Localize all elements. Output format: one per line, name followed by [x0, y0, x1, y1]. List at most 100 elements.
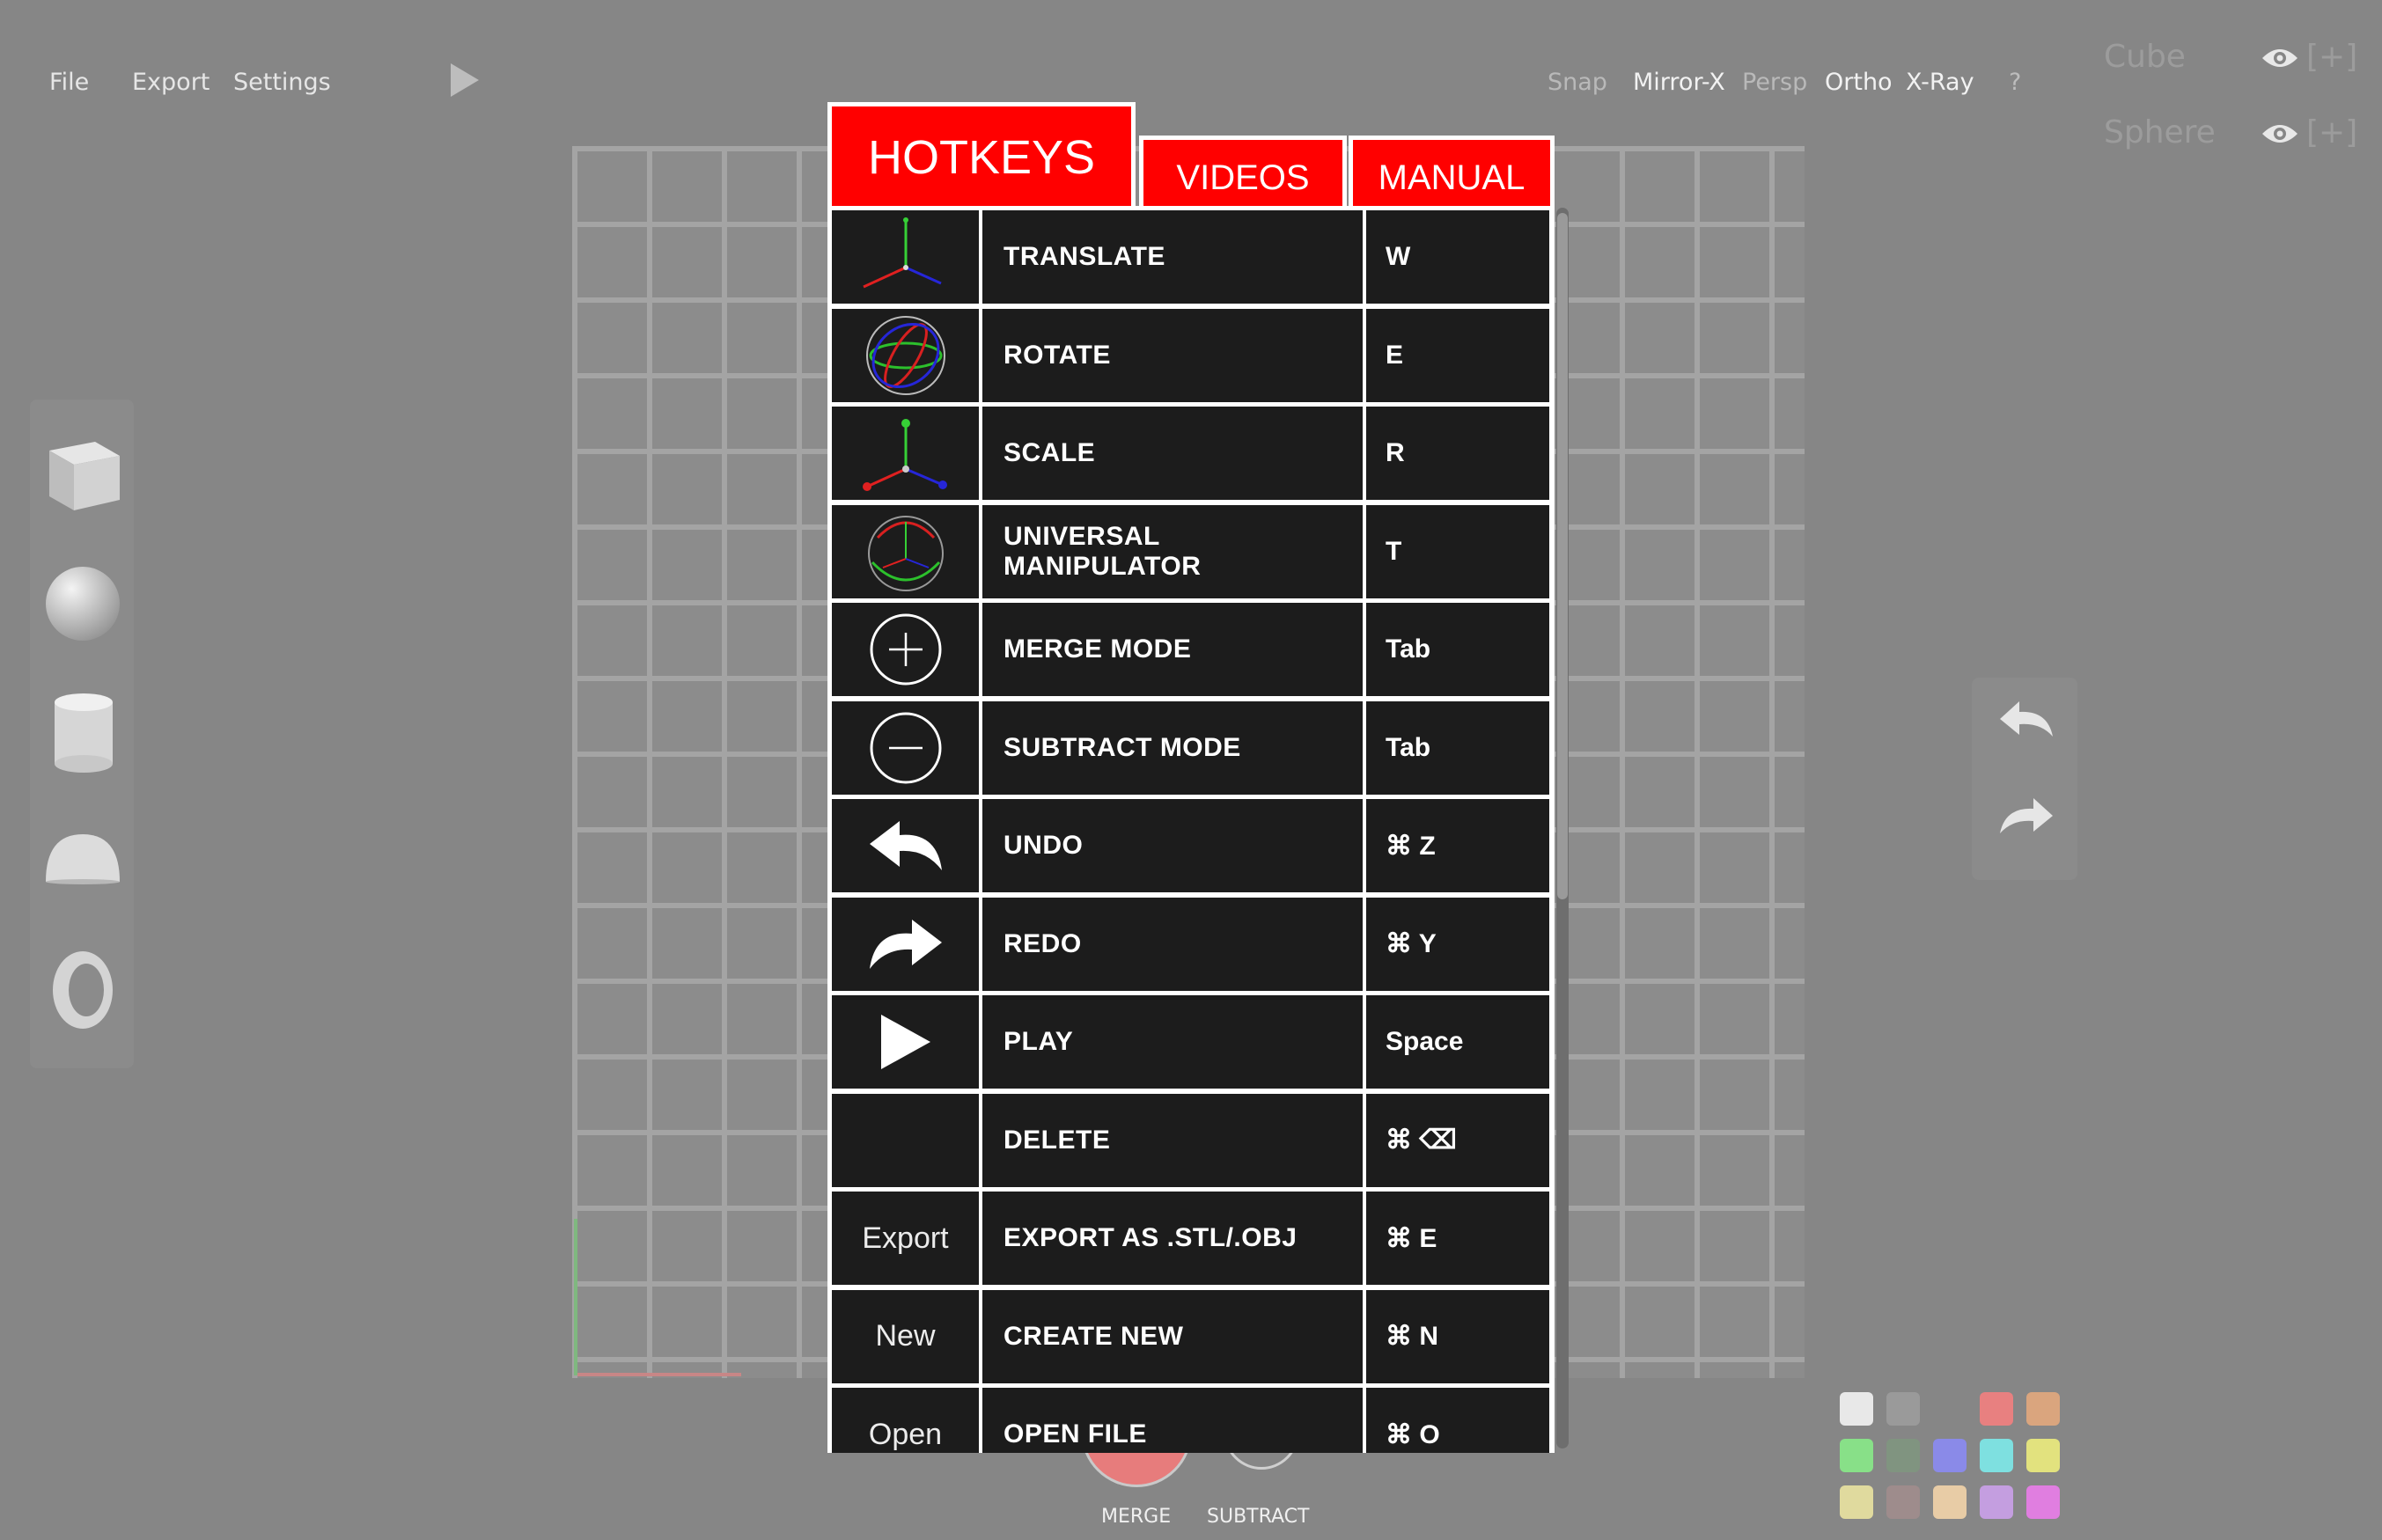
minus-circle-icon [866, 708, 945, 788]
xray-toggle[interactable]: X-Ray [1906, 69, 1974, 96]
scale-gizmo-icon [853, 411, 959, 495]
color-swatch[interactable] [1840, 1485, 1873, 1519]
hotkey-key: ⌘ ⌫ [1366, 1093, 1549, 1187]
hotkey-row: TRANSLATE W [827, 210, 1555, 304]
hotkey-button-label: New [875, 1319, 936, 1353]
hotkey-row: ROTATE E [827, 308, 1555, 402]
color-swatch[interactable] [1980, 1485, 2013, 1519]
color-swatch[interactable] [1933, 1485, 1967, 1519]
play-icon [878, 1011, 934, 1073]
menu-file[interactable]: File [49, 69, 89, 96]
hotkey-icon-cell [832, 407, 979, 500]
hotkey-action: CREATE NEW [982, 1289, 1363, 1383]
hotkey-icon-cell: Export [832, 1192, 979, 1285]
hotkeys-table[interactable]: TRANSLATE W ROTATE E SCALE R UNIVERSAL MANIPUL… [827, 206, 1555, 1453]
color-swatch[interactable] [1886, 1485, 1920, 1519]
hotkey-action: EXPORT AS .STL/.OBJ [982, 1192, 1363, 1285]
hotkey-action: OPEN FILE [982, 1388, 1363, 1453]
dome-icon [46, 834, 120, 884]
hotkey-icon-cell [832, 210, 979, 304]
hotkey-row: DELETE ⌘ ⌫ [827, 1093, 1555, 1187]
cube-icon [49, 442, 120, 510]
universal-manipulator-icon [864, 510, 948, 594]
hotkey-icon-cell [832, 504, 979, 598]
object-sphere-name[interactable]: Sphere [2104, 114, 2216, 150]
hotkey-row: UNDO ⌘ Z [827, 799, 1555, 892]
object-cube-add[interactable]: [+] [2306, 39, 2357, 75]
cylinder-shape-button[interactable] [49, 690, 120, 778]
subtract-label: SUBTRACT [1207, 1506, 1310, 1528]
hotkey-key: Tab [1366, 700, 1549, 795]
hotkey-action: TRANSLATE [982, 210, 1363, 304]
hotkey-key: ⌘ O [1366, 1388, 1549, 1453]
hotkey-row: MERGE MODE Tab [827, 603, 1555, 696]
hotkey-button-label: Open [868, 1417, 943, 1451]
hotkey-icon-cell [832, 995, 979, 1089]
hotkey-action: DELETE [982, 1093, 1363, 1187]
torus-shape-button[interactable] [48, 947, 118, 1037]
menu-export[interactable]: Export [132, 69, 210, 96]
rotate-gizmo-icon [864, 313, 948, 398]
hotkey-row: New CREATE NEW ⌘ N [827, 1289, 1555, 1383]
hotkey-key: ⌘ N [1366, 1289, 1549, 1383]
hotkey-icon-cell [832, 308, 979, 402]
tab-manual[interactable]: MANUAL [1349, 136, 1555, 208]
play-button[interactable] [449, 62, 481, 102]
color-swatch[interactable] [1840, 1439, 1873, 1472]
hotkey-row: SUBTRACT MODE Tab [827, 700, 1555, 795]
color-swatch[interactable] [1886, 1392, 1920, 1426]
dome-shape-button[interactable] [42, 827, 123, 889]
hotkey-icon-cell [832, 1093, 979, 1187]
plus-circle-icon [866, 610, 945, 689]
color-swatch[interactable] [1980, 1439, 2013, 1472]
hotkey-action: UNIVERSAL MANIPULATOR [982, 504, 1363, 598]
hotkey-action: ROTATE [982, 308, 1363, 402]
cube-shape-button[interactable] [44, 429, 125, 517]
hotkey-row: Open OPEN FILE ⌘ O [827, 1388, 1555, 1453]
menu-settings[interactable]: Settings [233, 69, 331, 96]
hotkey-key: Space [1366, 995, 1549, 1089]
hotkey-icon-cell [832, 700, 979, 795]
redo-button[interactable] [1998, 796, 2055, 840]
hotkey-key: ⌘ Z [1366, 799, 1549, 892]
eye-icon[interactable] [2261, 121, 2299, 150]
hotkey-row: PLAY Space [827, 995, 1555, 1089]
x-axis-line [577, 1373, 741, 1376]
object-cube-name[interactable]: Cube [2104, 39, 2186, 75]
undo-button[interactable] [1998, 700, 2055, 744]
tab-hotkeys[interactable]: HOTKEYS [827, 102, 1136, 208]
color-swatch[interactable] [2026, 1392, 2060, 1426]
hotkey-key: Tab [1366, 603, 1549, 696]
hotkey-row: UNIVERSAL MANIPULATOR T [827, 504, 1555, 598]
sphere-icon [46, 567, 120, 641]
tab-videos[interactable]: VIDEOS [1139, 136, 1347, 208]
hotkey-row: REDO ⌘ Y [827, 897, 1555, 991]
hotkey-key: E [1366, 308, 1549, 402]
mirror-x-toggle[interactable]: Mirror-X [1633, 69, 1725, 96]
hotkey-icon-cell: New [832, 1289, 979, 1383]
hotkey-action: SCALE [982, 407, 1363, 500]
hotkey-action: MERGE MODE [982, 603, 1363, 696]
object-sphere-add[interactable]: [+] [2306, 114, 2357, 150]
color-swatch[interactable] [1980, 1392, 2013, 1426]
eye-icon[interactable] [2261, 46, 2299, 74]
persp-toggle[interactable]: Persp [1742, 69, 1807, 96]
color-swatch[interactable] [1840, 1392, 1873, 1426]
hotkey-icon-cell [832, 897, 979, 991]
snap-toggle[interactable]: Snap [1548, 69, 1607, 96]
color-swatch[interactable] [2026, 1439, 2060, 1472]
help-button[interactable]: ? [2009, 69, 2021, 96]
color-swatch[interactable] [2026, 1485, 2060, 1519]
help-panel: HOTKEYS VIDEOS MANUAL TRANSLATE W ROTATE E S… [827, 102, 1555, 1453]
hotkey-button-label: Export [862, 1221, 949, 1255]
ortho-toggle[interactable]: Ortho [1825, 69, 1893, 96]
color-swatch[interactable] [1933, 1439, 1967, 1472]
hotkey-action: UNDO [982, 799, 1363, 892]
hotkey-icon-cell [832, 799, 979, 892]
hotkey-key: T [1366, 504, 1549, 598]
redo-arrow-icon [866, 916, 945, 972]
hotkey-key: R [1366, 407, 1549, 500]
color-swatch[interactable] [1886, 1439, 1920, 1472]
scrollbar-thumb[interactable] [1557, 213, 1568, 899]
sphere-shape-button[interactable] [44, 563, 121, 646]
